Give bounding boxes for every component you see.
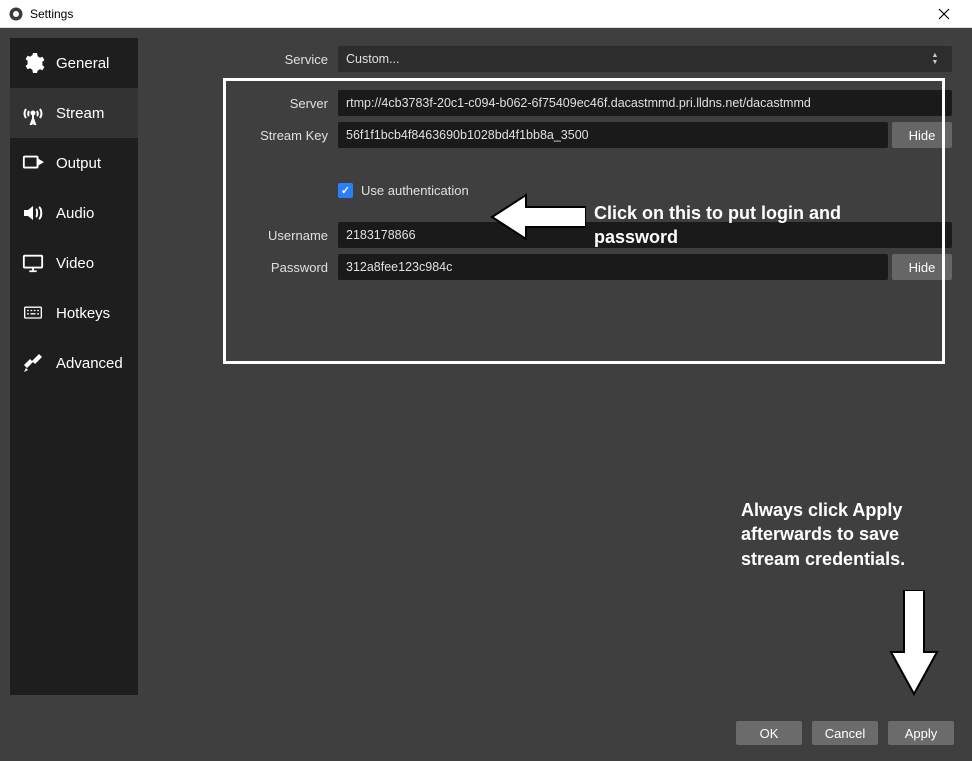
close-button[interactable]	[924, 0, 964, 28]
username-input[interactable]	[338, 222, 952, 248]
cancel-button[interactable]: Cancel	[812, 721, 878, 745]
svg-text:A: A	[31, 120, 35, 125]
sidebar-item-output[interactable]: Output	[10, 138, 138, 188]
output-icon	[20, 151, 46, 175]
speaker-icon	[20, 201, 46, 225]
highlight-box	[223, 78, 945, 364]
password-input[interactable]	[338, 254, 888, 280]
window-title: Settings	[30, 7, 73, 21]
use-authentication-label[interactable]: Use authentication	[361, 183, 469, 198]
tools-icon	[20, 351, 46, 375]
sidebar-item-hotkeys[interactable]: Hotkeys	[10, 288, 138, 338]
ok-button[interactable]: OK	[736, 721, 802, 745]
server-label: Server	[148, 96, 338, 111]
arrow-down-icon	[889, 590, 939, 699]
gear-icon	[20, 51, 46, 75]
annotation-apply-hint: Always click Apply afterwards to save st…	[741, 498, 951, 571]
apply-button[interactable]: Apply	[888, 721, 954, 745]
sidebar-item-label: Hotkeys	[56, 305, 110, 322]
stream-key-label: Stream Key	[148, 128, 338, 143]
server-input[interactable]	[338, 90, 952, 116]
stream-key-hide-button[interactable]: Hide	[892, 122, 952, 148]
sidebar-item-label: Audio	[56, 205, 94, 222]
titlebar: Settings	[0, 0, 972, 28]
settings-panel: Service Custom... ▲▼ Server Stream Key	[138, 38, 962, 695]
sidebar-item-audio[interactable]: Audio	[10, 188, 138, 238]
use-authentication-checkbox[interactable]: ✓	[338, 183, 353, 198]
sidebar-item-label: Output	[56, 155, 101, 172]
sidebar-item-video[interactable]: Video	[10, 238, 138, 288]
service-value: Custom...	[346, 52, 400, 66]
sidebar-item-label: Stream	[56, 105, 104, 122]
monitor-icon	[20, 251, 46, 275]
sidebar: General A Stream Output Audio	[10, 38, 138, 695]
password-label: Password	[148, 260, 338, 275]
sidebar-item-stream[interactable]: A Stream	[10, 88, 138, 138]
service-dropdown[interactable]: Custom... ▲▼	[338, 46, 952, 72]
sidebar-item-general[interactable]: General	[10, 38, 138, 88]
sidebar-item-label: General	[56, 55, 109, 72]
antenna-icon: A	[20, 101, 46, 125]
dropdown-arrows-icon: ▲▼	[926, 52, 944, 66]
footer: OK Cancel Apply	[0, 705, 972, 761]
app-icon	[8, 6, 24, 22]
keyboard-icon	[20, 301, 46, 325]
sidebar-item-label: Video	[56, 255, 94, 272]
username-label: Username	[148, 228, 338, 243]
service-label: Service	[148, 52, 338, 67]
sidebar-item-label: Advanced	[56, 355, 123, 372]
sidebar-item-advanced[interactable]: Advanced	[10, 338, 138, 388]
password-hide-button[interactable]: Hide	[892, 254, 952, 280]
stream-key-input[interactable]	[338, 122, 888, 148]
